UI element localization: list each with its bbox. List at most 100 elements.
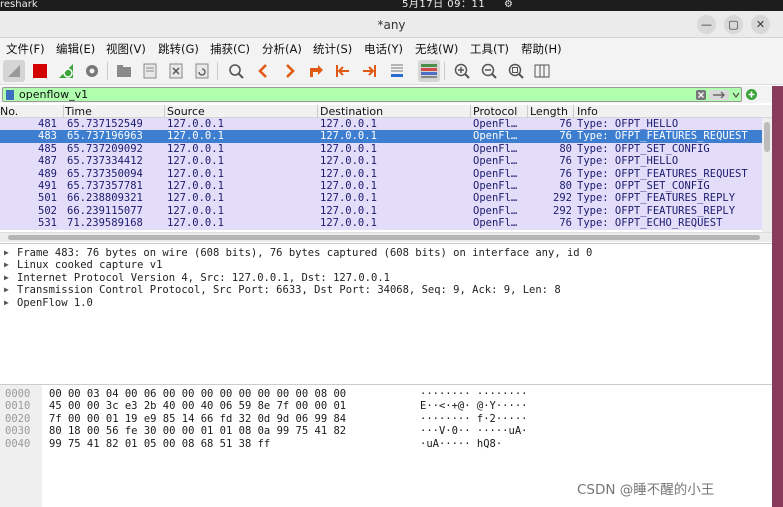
expand-arrow-icon[interactable]: ▶ xyxy=(4,259,9,271)
packet-row[interactable]: 485 65.737209092 127.0.0.1 127.0.0.1 Ope… xyxy=(0,142,772,156)
packet-destination: 127.0.0.1 xyxy=(320,192,377,205)
column-header-info[interactable]: Info xyxy=(577,105,598,118)
close-file-icon[interactable] xyxy=(165,60,187,82)
menu-edit[interactable]: 编辑(E) xyxy=(56,41,95,57)
menu-tools[interactable]: 工具(T) xyxy=(470,41,509,57)
go-to-packet-icon[interactable] xyxy=(305,60,327,82)
restart-capture-icon[interactable] xyxy=(55,60,77,82)
byte-ascii[interactable]: ········ ········ xyxy=(420,388,527,400)
go-back-icon[interactable] xyxy=(252,60,274,82)
byte-hex[interactable]: 80 18 00 56 fe 30 00 00 01 01 08 0a 99 7… xyxy=(49,425,346,437)
packet-time: 65.737357781 xyxy=(67,180,143,192)
byte-hex[interactable]: 45 00 00 3c e3 2b 40 00 40 06 59 8e 7f 0… xyxy=(49,400,346,412)
packet-list[interactable]: 481 65.737152549 127.0.0.1 127.0.0.1 Ope… xyxy=(0,118,772,232)
byte-offset: 0040 xyxy=(5,437,31,450)
menu-analyze[interactable]: 分析(A) xyxy=(262,41,302,57)
find-packet-icon[interactable] xyxy=(225,60,247,82)
bookmark-icon[interactable] xyxy=(6,90,14,100)
column-header-source[interactable]: Source xyxy=(167,105,205,118)
packet-row[interactable]: 487 65.737334412 127.0.0.1 127.0.0.1 Ope… xyxy=(0,155,772,168)
byte-hex[interactable]: 99 75 41 82 01 05 00 08 68 51 38 ff xyxy=(49,438,270,450)
zoom-out-icon[interactable] xyxy=(478,60,500,82)
byte-hex[interactable]: 00 00 03 04 00 06 00 00 00 00 00 00 00 0… xyxy=(49,388,346,400)
packet-time: 65.737209092 xyxy=(67,142,143,155)
byte-ascii[interactable]: ·uA····· hQ8· xyxy=(420,438,502,450)
display-filter-text[interactable]: openflow_v1 xyxy=(19,88,88,102)
packet-list-horizontal-scrollbar[interactable] xyxy=(0,232,772,242)
packet-list-vertical-scrollbar[interactable] xyxy=(762,118,772,232)
column-divider[interactable] xyxy=(573,105,574,118)
menu-go[interactable]: 跳转(G) xyxy=(158,41,199,57)
packet-row-selected[interactable]: 483 65.737196963 127.0.0.1 127.0.0.1 Ope… xyxy=(0,130,772,143)
packet-row[interactable]: 502 66.239115077 127.0.0.1 127.0.0.1 Ope… xyxy=(0,204,772,218)
column-divider[interactable] xyxy=(317,105,318,118)
packet-row[interactable]: 481 65.737152549 127.0.0.1 127.0.0.1 Ope… xyxy=(0,118,772,131)
byte-ascii[interactable]: ···V·0·· ·····uA· xyxy=(420,425,527,437)
menu-view[interactable]: 视图(V) xyxy=(106,41,146,57)
zoom-in-icon[interactable] xyxy=(451,60,473,82)
packet-time: 65.737350094 xyxy=(67,167,143,180)
apply-filter-icon[interactable] xyxy=(709,90,729,100)
open-file-icon[interactable] xyxy=(113,60,135,82)
scrollbar-thumb[interactable] xyxy=(764,122,770,152)
expand-arrow-icon[interactable]: ▶ xyxy=(4,297,9,309)
menu-file[interactable]: 文件(F) xyxy=(6,41,45,57)
scrollbar-thumb[interactable] xyxy=(8,235,760,240)
menu-statistics[interactable]: 统计(S) xyxy=(313,41,352,57)
clear-filter-icon[interactable] xyxy=(696,90,706,100)
packet-time: 66.238809321 xyxy=(67,192,143,205)
menu-wireless[interactable]: 无线(W) xyxy=(415,41,458,57)
save-file-icon[interactable] xyxy=(139,60,161,82)
packet-row[interactable]: 489 65.737350094 127.0.0.1 127.0.0.1 Ope… xyxy=(0,167,772,180)
close-button[interactable]: ✕ xyxy=(751,15,770,34)
packet-row[interactable]: 491 65.737357781 127.0.0.1 127.0.0.1 Ope… xyxy=(0,180,772,193)
column-divider[interactable] xyxy=(527,105,528,118)
packet-no: 502 xyxy=(38,204,57,217)
capture-options-gear-icon[interactable] xyxy=(81,60,103,82)
column-divider[interactable] xyxy=(470,105,471,118)
reload-file-icon[interactable] xyxy=(191,60,213,82)
packet-details-pane[interactable]: ▶ Frame 483: 76 bytes on wire (608 bits),… xyxy=(0,243,772,383)
filter-history-chevron-icon[interactable] xyxy=(732,91,740,99)
column-header-protocol[interactable]: Protocol xyxy=(473,105,517,118)
packet-length: 76 xyxy=(559,155,572,168)
colorize-packet-list-icon[interactable] xyxy=(418,60,440,82)
go-to-first-packet-icon[interactable] xyxy=(332,60,354,82)
shark-fin-start-icon[interactable] xyxy=(3,60,25,82)
menu-capture[interactable]: 捕获(C) xyxy=(210,41,250,57)
expand-arrow-icon[interactable]: ▶ xyxy=(4,272,9,284)
column-divider[interactable] xyxy=(164,105,165,118)
maximize-button[interactable]: ▢ xyxy=(724,15,743,34)
go-to-last-packet-icon[interactable] xyxy=(358,60,380,82)
packet-row[interactable]: 531 71.239589168 127.0.0.1 127.0.0.1 Ope… xyxy=(0,217,772,230)
stop-capture-icon[interactable] xyxy=(29,60,51,82)
expand-arrow-icon[interactable]: ▶ xyxy=(4,247,9,259)
packet-row[interactable]: 501 66.238809321 127.0.0.1 127.0.0.1 Ope… xyxy=(0,192,772,205)
column-header-destination[interactable]: Destination xyxy=(320,105,383,118)
menu-help[interactable]: 帮助(H) xyxy=(521,41,562,57)
byte-ascii[interactable]: E··<·+@· @·Y····· xyxy=(420,400,527,412)
go-forward-icon[interactable] xyxy=(279,60,301,82)
column-header-time[interactable]: Time xyxy=(65,105,92,118)
system-status-icon[interactable]: ⚙ xyxy=(504,0,513,10)
column-header-no[interactable]: No. xyxy=(0,105,18,118)
detail-frame: Frame 483: 76 bytes on wire (608 bits), … xyxy=(17,247,593,259)
add-filter-button-icon[interactable] xyxy=(746,89,757,100)
app-name[interactable]: reshark xyxy=(0,0,38,10)
column-header-length[interactable]: Length xyxy=(530,105,568,118)
auto-scroll-icon[interactable] xyxy=(386,60,408,82)
column-divider[interactable] xyxy=(63,105,64,118)
packet-destination: 127.0.0.1 xyxy=(320,180,377,192)
byte-offset: 0030 xyxy=(5,425,31,438)
byte-ascii[interactable]: ········ f·2····· xyxy=(420,413,527,425)
detail-tcp: Transmission Control Protocol, Src Port:… xyxy=(17,284,561,297)
minimize-button[interactable]: — xyxy=(697,15,716,34)
clock[interactable]: 5月17日 09：11 xyxy=(402,0,485,10)
expand-arrow-icon[interactable]: ▶ xyxy=(4,284,9,296)
byte-hex[interactable]: 7f 00 00 01 19 e9 85 14 66 fd 32 0d 9d 0… xyxy=(49,413,346,425)
display-filter-input[interactable]: openflow_v1 xyxy=(2,87,742,102)
resize-columns-icon[interactable] xyxy=(531,60,553,82)
zoom-normal-icon[interactable] xyxy=(505,60,527,82)
menu-telephony[interactable]: 电话(Y) xyxy=(364,41,403,57)
byte-offset: 0020 xyxy=(5,412,31,425)
